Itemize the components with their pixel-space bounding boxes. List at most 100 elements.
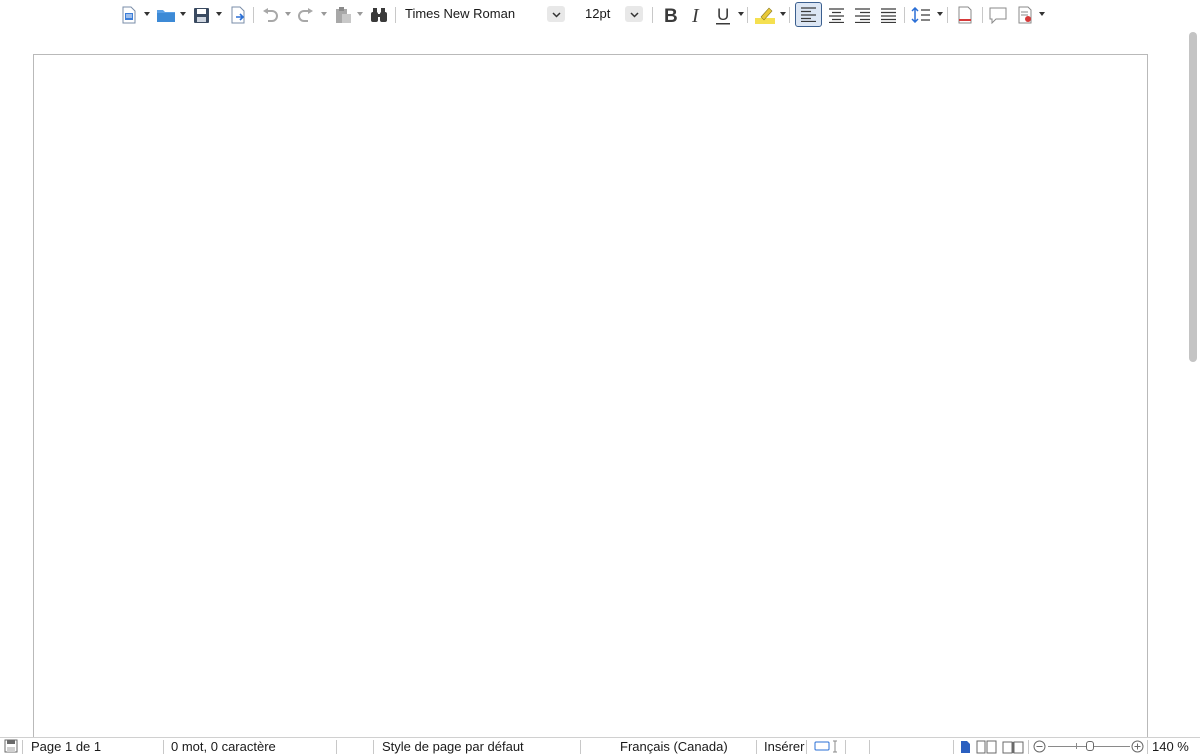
redo-icon bbox=[297, 7, 315, 23]
svg-text:U: U bbox=[717, 5, 729, 24]
status-bar: Page 1 de 1 0 mot, 0 caractère Style de … bbox=[0, 737, 1200, 756]
font-name-dropdown[interactable] bbox=[547, 6, 565, 22]
status-separator bbox=[756, 740, 757, 754]
highlight-dropdown[interactable] bbox=[780, 12, 786, 16]
align-right-icon bbox=[854, 7, 871, 23]
svg-text:B: B bbox=[664, 6, 678, 24]
font-size-dropdown[interactable] bbox=[625, 6, 643, 22]
toolbar-separator bbox=[652, 7, 653, 23]
insert-mode[interactable]: Insérer bbox=[764, 739, 804, 755]
highlighter-icon bbox=[754, 5, 776, 25]
toolbar-separator bbox=[947, 7, 948, 23]
italic-icon: I bbox=[689, 6, 705, 24]
export-pdf-button[interactable] bbox=[228, 3, 248, 27]
page-break-button[interactable] bbox=[954, 3, 976, 27]
scrollbar-thumb[interactable] bbox=[1189, 32, 1197, 362]
status-separator bbox=[1028, 740, 1029, 754]
paste-dropdown[interactable] bbox=[357, 12, 363, 16]
page-break-icon bbox=[957, 6, 973, 24]
status-separator bbox=[1147, 740, 1148, 754]
line-spacing-button[interactable] bbox=[909, 3, 933, 27]
line-spacing-icon bbox=[911, 7, 931, 23]
document-area bbox=[0, 30, 1186, 754]
align-right-button[interactable] bbox=[851, 3, 873, 27]
selection-mode-icon[interactable] bbox=[814, 740, 840, 756]
svg-text:I: I bbox=[691, 6, 700, 24]
save-icon bbox=[193, 7, 210, 24]
document-page[interactable] bbox=[33, 54, 1148, 754]
folder-icon bbox=[156, 7, 176, 23]
undo-button[interactable] bbox=[259, 3, 281, 27]
font-size-box[interactable]: 12pt bbox=[580, 4, 645, 24]
align-center-icon bbox=[828, 7, 845, 23]
single-page-view-icon[interactable] bbox=[960, 740, 971, 756]
align-left-icon bbox=[800, 7, 817, 22]
zoom-in-icon[interactable] bbox=[1131, 740, 1144, 756]
multi-page-view-icon[interactable] bbox=[976, 740, 998, 756]
toolbar-separator bbox=[747, 7, 748, 23]
chevron-down-icon bbox=[629, 4, 639, 24]
track-changes-dropdown[interactable] bbox=[1039, 12, 1045, 16]
text-language[interactable]: Français (Canada) bbox=[620, 739, 728, 755]
toolbar-separator bbox=[395, 7, 396, 23]
paste-button[interactable] bbox=[332, 3, 354, 27]
page-style[interactable]: Style de page par défaut bbox=[382, 739, 524, 755]
bold-icon: B bbox=[662, 6, 678, 24]
new-document-icon bbox=[121, 6, 137, 24]
toolbar-separator bbox=[982, 7, 983, 23]
align-center-button[interactable] bbox=[825, 3, 847, 27]
track-changes-button[interactable] bbox=[1014, 3, 1036, 27]
underline-dropdown[interactable] bbox=[738, 12, 744, 16]
open-dropdown[interactable] bbox=[180, 12, 186, 16]
undo-icon bbox=[261, 7, 279, 23]
justify-button[interactable] bbox=[877, 3, 899, 27]
font-size-value: 12pt bbox=[585, 6, 611, 21]
highlight-button[interactable] bbox=[753, 3, 777, 27]
export-pdf-icon bbox=[230, 6, 246, 24]
zoom-level[interactable]: 140 % bbox=[1152, 739, 1189, 755]
document-modified-icon[interactable] bbox=[4, 738, 18, 754]
zoom-slider[interactable] bbox=[1048, 738, 1130, 754]
status-separator bbox=[845, 740, 846, 754]
font-name-value: Times New Roman bbox=[405, 6, 516, 21]
bold-button[interactable]: B bbox=[659, 3, 681, 27]
zoom-out-icon[interactable] bbox=[1033, 740, 1046, 756]
track-changes-icon bbox=[1017, 6, 1033, 24]
status-separator bbox=[22, 740, 23, 754]
status-separator bbox=[869, 740, 870, 754]
new-document-dropdown[interactable] bbox=[144, 12, 150, 16]
standard-toolbar: Times New Roman 12pt B I U bbox=[0, 0, 1200, 30]
status-separator bbox=[163, 740, 164, 754]
open-button[interactable] bbox=[155, 3, 177, 27]
toolbar-separator bbox=[789, 7, 790, 23]
save-dropdown[interactable] bbox=[216, 12, 222, 16]
redo-button[interactable] bbox=[295, 3, 317, 27]
save-button[interactable] bbox=[191, 3, 211, 27]
toolbar-separator bbox=[253, 7, 254, 23]
status-separator bbox=[373, 740, 374, 754]
page-number[interactable]: Page 1 de 1 bbox=[31, 739, 101, 755]
new-document-button[interactable] bbox=[119, 3, 139, 27]
line-spacing-dropdown[interactable] bbox=[937, 12, 943, 16]
underline-button[interactable]: U bbox=[712, 3, 734, 27]
align-left-button[interactable] bbox=[795, 2, 822, 27]
font-name-box[interactable]: Times New Roman bbox=[400, 4, 570, 24]
vertical-scrollbar[interactable] bbox=[1186, 30, 1200, 737]
status-separator bbox=[953, 740, 954, 754]
clipboard-icon bbox=[334, 6, 352, 24]
find-replace-button[interactable] bbox=[368, 3, 390, 27]
book-view-icon[interactable] bbox=[1002, 740, 1024, 756]
binoculars-icon bbox=[370, 7, 388, 23]
comment-icon bbox=[989, 7, 1007, 24]
zoom-slider-tick bbox=[1076, 743, 1077, 749]
justify-icon bbox=[880, 7, 897, 23]
redo-dropdown[interactable] bbox=[321, 12, 327, 16]
undo-dropdown[interactable] bbox=[285, 12, 291, 16]
toolbar-separator bbox=[904, 7, 905, 23]
status-separator bbox=[806, 740, 807, 754]
zoom-slider-handle[interactable] bbox=[1086, 741, 1094, 751]
italic-button[interactable]: I bbox=[686, 3, 708, 27]
insert-comment-button[interactable] bbox=[987, 3, 1009, 27]
status-separator bbox=[336, 740, 337, 754]
word-count[interactable]: 0 mot, 0 caractère bbox=[171, 739, 276, 755]
